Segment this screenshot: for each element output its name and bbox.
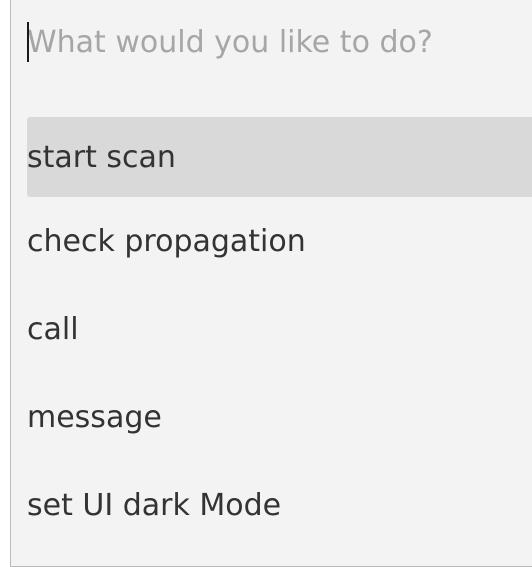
text-caret [27, 22, 29, 62]
list-item-message[interactable]: message [27, 373, 532, 461]
search-bar [11, 0, 532, 85]
list-item-label: call [27, 311, 79, 347]
list-item-call[interactable]: call [27, 285, 532, 373]
list-item-label: check propagation [27, 223, 306, 259]
search-input[interactable] [11, 12, 532, 73]
list-item-set-ui-dark-mode[interactable]: set UI dark Mode [27, 461, 532, 549]
command-list: start scan check propagation call messag… [11, 117, 532, 549]
list-item-label: set UI dark Mode [27, 487, 282, 523]
command-palette: start scan check propagation call messag… [10, 0, 532, 567]
list-item-check-propagation[interactable]: check propagation [27, 197, 532, 285]
list-item-label: message [27, 399, 162, 435]
list-item-start-scan[interactable]: start scan [27, 117, 532, 197]
list-item-label: start scan [27, 139, 176, 175]
